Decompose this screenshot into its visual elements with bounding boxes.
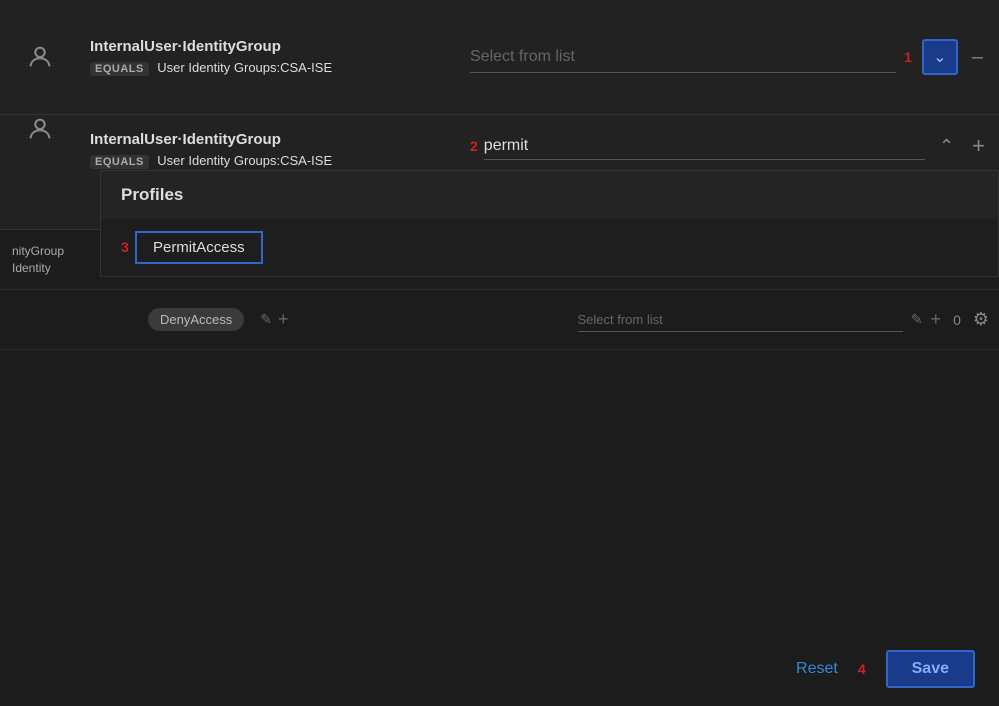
step-badge-1: 1 <box>904 49 912 65</box>
count-2: 0 <box>949 312 965 328</box>
policy-row-2: DenyAccess ✎ + Select from list ✎ + 0 ⚙ <box>0 290 999 350</box>
footer: Reset 4 Save <box>772 632 999 706</box>
policy-row-2-center: DenyAccess ✎ + <box>140 300 568 339</box>
user-icon-2 <box>26 115 54 143</box>
condition-title-1: InternalUser·IdentityGroup <box>90 38 450 55</box>
user-icon <box>26 43 54 71</box>
condition-value-2: User Identity Groups:CSA-ISE <box>157 153 332 168</box>
step-badge-2: 2 <box>470 138 478 154</box>
rule-row-2-icon <box>0 115 80 143</box>
condition-value-1: User Identity Groups:CSA-ISE <box>157 60 332 75</box>
main-container: InternalUser·IdentityGroup EQUALS User I… <box>0 0 999 706</box>
gear-icon-2[interactable]: ⚙ <box>973 309 989 330</box>
save-button[interactable]: Save <box>886 650 975 688</box>
step-badge-3: 3 <box>121 239 129 255</box>
tag-text-2: DenyAccess <box>160 312 232 327</box>
condition-equals-1: EQUALS <box>90 62 149 76</box>
add-icon-2[interactable]: + <box>931 309 942 330</box>
rule-row-1-right: Select from list 1 ⌄ – <box>460 39 999 75</box>
collapse-btn[interactable]: ⌃ <box>933 134 960 159</box>
rule-row-1: InternalUser·IdentityGroup EQUALS User I… <box>0 0 999 115</box>
policy-row-2-left <box>0 312 140 328</box>
minus-btn-1[interactable]: – <box>966 42 989 73</box>
condition-title-2: InternalUser·IdentityGroup <box>90 131 450 148</box>
suggestion-item-1[interactable]: 3 PermitAccess <box>101 219 998 276</box>
search-input[interactable] <box>484 133 925 160</box>
suggestion-header: Profiles <box>101 171 998 219</box>
select-from-list-1[interactable]: Select from list <box>470 42 896 73</box>
tag-deny-access[interactable]: DenyAccess <box>148 308 244 331</box>
search-area: 2 ⌃ + <box>460 115 999 161</box>
rule-row-2: InternalUser·IdentityGroup EQUALS User I… <box>0 115 999 230</box>
step-badge-4: 4 <box>858 661 866 677</box>
pencil-icon-tag-2[interactable]: ✎ <box>260 311 272 328</box>
condition-detail-1: EQUALS User Identity Groups:CSA-ISE <box>90 59 450 77</box>
policy-row-2-right: Select from list ✎ + 0 ⚙ <box>568 308 999 332</box>
add-btn-search[interactable]: + <box>968 131 989 161</box>
search-input-wrapper: 2 <box>470 133 925 160</box>
plus-icon-2[interactable]: + <box>278 309 289 330</box>
suggestion-panel: Profiles 3 PermitAccess <box>100 170 999 277</box>
select-list-2[interactable]: Select from list <box>578 308 903 332</box>
pencil-icon-2[interactable]: ✎ <box>911 311 923 328</box>
dropdown-btn-1[interactable]: ⌄ <box>922 39 958 75</box>
rule-row-1-icon <box>0 43 80 71</box>
rule-row-1-condition: InternalUser·IdentityGroup EQUALS User I… <box>80 22 460 93</box>
reset-button[interactable]: Reset <box>796 660 838 678</box>
suggestion-item-text-1[interactable]: PermitAccess <box>135 231 263 264</box>
condition-detail-2: EQUALS User Identity Groups:CSA-ISE <box>90 152 450 170</box>
condition-equals-2: EQUALS <box>90 155 149 169</box>
